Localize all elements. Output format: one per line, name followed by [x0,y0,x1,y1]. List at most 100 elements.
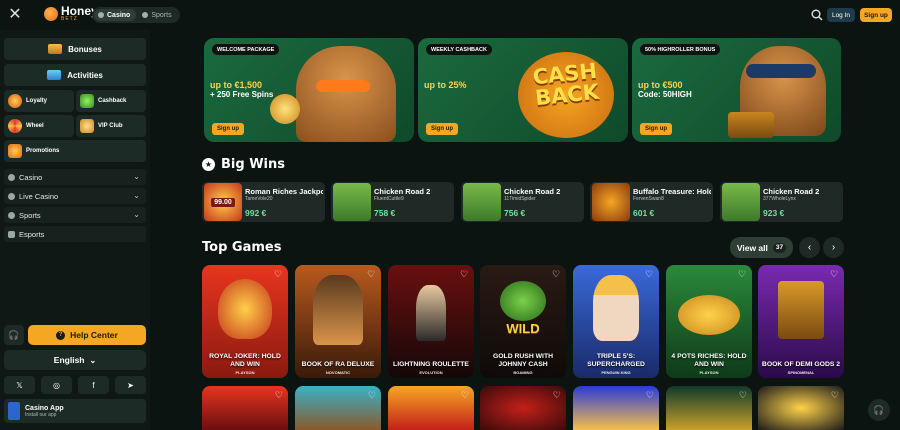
app-title: Casino App [25,404,64,412]
sidebar: Bonuses Activities Loyalty Cashback Whee… [0,30,150,430]
big-win-card[interactable]: 99.00 Roman Riches Jackpot TameVole20 99… [202,182,325,222]
language-selector[interactable]: English ⌄ [4,350,146,370]
favorite-heart-icon[interactable]: ♡ [461,390,469,400]
scroll-left-button[interactable]: ‹ [799,237,820,258]
sidebar-item-esports[interactable]: Esports [4,226,146,242]
sidebar-item-promotions[interactable]: Promotions [4,140,146,162]
logo[interactable]: Honey BETZ [44,5,98,22]
win-amount: 756 € [504,208,526,218]
game-card[interactable]: ♡ ROYAL JOKER: HOLD AND WIN PLAYSON [202,265,288,378]
sidebar-item-label: Loyalty [26,98,48,104]
headset-support-button[interactable]: 🎧 [4,325,24,345]
game-card[interactable]: ♡ 4 POTS RICHES: HOLD AND WIN PLAYSON [666,265,752,378]
instagram-icon[interactable]: ◎ [41,376,72,394]
floating-support-headset-icon[interactable]: 🎧 [868,399,890,421]
sidebar-item-sports[interactable]: Sports ⌄ [4,207,146,223]
game-card-partial[interactable]: ♡ [295,386,381,430]
big-win-card[interactable]: Buffalo Treasure: Hold FervenSwan8 601 € [590,182,713,222]
favorite-heart-icon[interactable]: ♡ [366,269,376,279]
big-win-card[interactable]: Chicken Road 2 377WholeLynx 923 € [720,182,843,222]
casino-app-banner[interactable]: Casino App Install our app [4,399,146,423]
big-win-card[interactable]: Chicken Road 2 FluentCuttle9 758 € [331,182,454,222]
signup-button[interactable]: Sign up [860,8,892,22]
sidebar-item-loyalty[interactable]: Loyalty [4,90,74,112]
promo-signup-button[interactable]: Sign up [640,123,672,135]
favorite-heart-icon[interactable]: ♡ [739,390,747,400]
sidebar-item-cashback[interactable]: Cashback [76,90,146,112]
logo-badge-icon [44,7,58,21]
favorite-heart-icon[interactable]: ♡ [275,390,283,400]
game-card[interactable]: ♡ TRIPLE 5'S: SUPERCHARGED PENGUIN KING [573,265,659,378]
promo-line1: up to €1,500 [210,80,263,90]
game-title: BOOK OF DEMI GODS 2 [761,360,841,368]
promo-tag: WEEKLY CASHBACK [426,44,492,55]
win-user-name: 377WholeLynx [763,196,796,202]
game-card-partial[interactable]: ♡ [573,386,659,430]
search-icon[interactable] [811,9,823,21]
sidebar-bonuses[interactable]: Bonuses [4,38,146,60]
close-icon[interactable]: ✕ [8,7,22,23]
chevron-down-icon: ⌄ [133,191,140,200]
help-center-button[interactable]: ? Help Center [28,325,146,345]
game-card-partial[interactable]: ♡ [758,386,844,430]
casino-chip-icon [8,173,15,181]
promo-line1: up to 25% [424,80,467,90]
phone-icon [8,402,20,420]
win-game-name: Chicken Road 2 [504,187,561,196]
tab-casino[interactable]: Casino [94,9,137,21]
sidebar-activities[interactable]: Activities [4,64,146,86]
game-card-partial[interactable]: ♡ [388,386,474,430]
favorite-heart-icon[interactable]: ♡ [273,269,283,279]
favorite-heart-icon[interactable]: ♡ [737,269,747,279]
promo-signup-button[interactable]: Sign up [426,123,458,135]
game-provider: NOVOMATIC [325,370,351,375]
game-card-partial[interactable]: ♡ [666,386,752,430]
big-wins-title: Big Wins [221,157,285,172]
favorite-heart-icon[interactable]: ♡ [553,390,561,400]
thumbnail-label: 99.00 [211,197,235,207]
chevron-down-icon: ⌄ [89,355,97,365]
game-card-partial[interactable]: ♡ [480,386,566,430]
telegram-icon[interactable]: ➤ [115,376,146,394]
sidebar-item-casino[interactable]: Casino ⌄ [4,169,146,185]
game-thumbnail [463,183,501,221]
win-amount: 923 € [763,208,785,218]
app-subtitle: Install our app [25,411,57,418]
big-win-card[interactable]: Chicken Road 2 11TimidSpider 756 € [461,182,584,222]
sidebar-item-live-casino[interactable]: Live Casino ⌄ [4,188,146,204]
game-card-partial[interactable]: ♡ [202,386,288,430]
promo-welcome-package[interactable]: WELCOME PACKAGE up to €1,500 + 250 Free … [204,38,414,142]
favorite-heart-icon[interactable]: ♡ [551,269,561,279]
game-provider: SPINOMENAL [787,370,815,375]
facebook-icon[interactable]: f [78,376,109,394]
game-card[interactable]: ♡ BOOK OF DEMI GODS 2 SPINOMENAL [758,265,844,378]
game-card[interactable]: ♡ BOOK OF RA DELUXE NOVOMATIC [295,265,381,378]
sidebar-item-wheel[interactable]: Wheel [4,115,74,137]
game-thumbnail: 99.00 [204,183,242,221]
favorite-heart-icon[interactable]: ♡ [829,269,839,279]
cactus-image [500,281,546,321]
game-title: LIGHTNING ROULETTE [393,360,469,368]
favorite-heart-icon[interactable]: ♡ [831,390,839,400]
sidebar-bonuses-label: Bonuses [68,44,102,54]
favorite-heart-icon[interactable]: ♡ [646,390,654,400]
game-card[interactable]: ♡ LIGHTNING ROULETTE EVOLUTION [388,265,474,378]
x-twitter-icon[interactable]: 𝕏 [4,376,35,394]
tab-sports[interactable]: Sports [138,9,177,21]
sidebar-item-vip-club[interactable]: VIP Club [76,115,146,137]
promo-signup-button[interactable]: Sign up [212,123,244,135]
promo-highroller-bonus[interactable]: 50% HIGHROLLER BONUS up to €500 Code: 50… [632,38,841,142]
login-button[interactable]: Log In [827,8,855,22]
view-all-button[interactable]: View all 37 [730,237,793,258]
win-amount: 601 € [633,208,655,218]
game-card[interactable]: WILD ♡ GOLD RUSH WITH JOHNNY CASH BGAMIN… [480,265,566,378]
promo-weekly-cashback[interactable]: CASH BACK WEEKLY CASHBACK up to 25% Sign… [418,38,628,142]
game-provider: BGAMING [513,370,533,375]
star-icon: ★ [202,158,215,171]
top-bar: ✕ Honey BETZ Casino Sports Log In Sign u… [0,0,900,30]
sidebar-item-label: Wheel [26,123,44,129]
favorite-heart-icon[interactable]: ♡ [368,390,376,400]
scroll-right-button[interactable]: › [823,237,844,258]
favorite-heart-icon[interactable]: ♡ [644,269,654,279]
favorite-heart-icon[interactable]: ♡ [459,269,469,279]
